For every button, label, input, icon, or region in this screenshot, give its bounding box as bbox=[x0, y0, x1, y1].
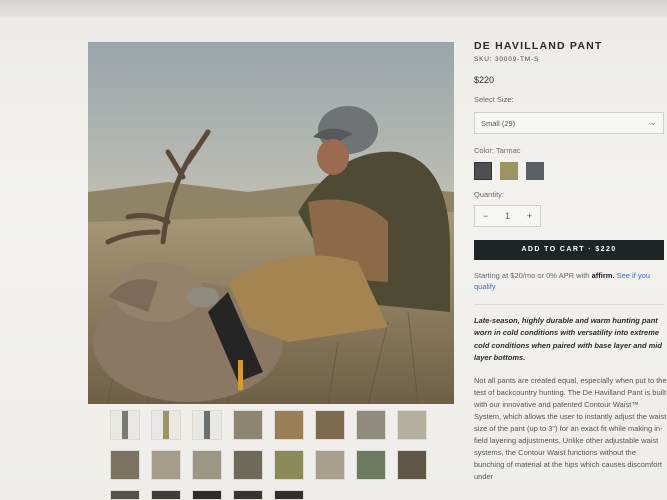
product-sku: SKU: 30009-TM-S bbox=[474, 56, 540, 63]
thumbnail[interactable] bbox=[274, 410, 304, 440]
product-info-panel: DE HAVILLAND PANT SKU: 30009-TM-S $220 S… bbox=[474, 40, 667, 483]
thumbnail-row bbox=[110, 410, 450, 440]
thumbnail-gallery bbox=[110, 410, 450, 500]
size-selected-value: Small (29) bbox=[481, 119, 516, 128]
thumbnail[interactable] bbox=[151, 450, 181, 480]
thumbnail[interactable] bbox=[110, 450, 140, 480]
color-swatch-tarmac[interactable] bbox=[474, 162, 492, 180]
thumbnail[interactable] bbox=[233, 450, 263, 480]
product-title: DE HAVILLAND PANT bbox=[474, 40, 603, 52]
financing-text: Starting at $20/mo or 0% APR with bbox=[474, 271, 590, 280]
thumbnail[interactable] bbox=[151, 490, 181, 500]
size-label: Select Size: bbox=[474, 95, 514, 104]
thumbnail[interactable] bbox=[397, 450, 427, 480]
financing-message: Starting at $20/mo or 0% APR with affirm… bbox=[474, 270, 664, 292]
browser-top-bar bbox=[0, 0, 667, 18]
quantity-stepper: − 1 + bbox=[474, 205, 541, 227]
thumbnail-row bbox=[110, 490, 450, 500]
thumbnail[interactable] bbox=[151, 410, 181, 440]
color-swatch-gray[interactable] bbox=[526, 162, 544, 180]
thumbnail[interactable] bbox=[110, 490, 140, 500]
thumbnail[interactable] bbox=[110, 410, 140, 440]
size-select[interactable]: Small (29) ⌄ bbox=[474, 112, 664, 134]
thumbnail[interactable] bbox=[192, 490, 222, 500]
color-swatch-olive[interactable] bbox=[500, 162, 518, 180]
thumbnail[interactable] bbox=[192, 450, 222, 480]
quantity-decrement-button[interactable]: − bbox=[483, 211, 488, 221]
thumbnail[interactable] bbox=[356, 450, 386, 480]
product-lead-description: Late-season, highly durable and warm hun… bbox=[474, 316, 662, 363]
thumbnail[interactable] bbox=[274, 490, 304, 500]
screen: DE HAVILLAND PANT SKU: 30009-TM-S $220 S… bbox=[0, 0, 667, 500]
add-to-cart-button[interactable]: ADD TO CART · $220 bbox=[474, 240, 664, 260]
hunter-with-deer-photo bbox=[88, 42, 454, 404]
product-body-description: Not all pants are created equal, especia… bbox=[474, 375, 667, 481]
thumbnail[interactable] bbox=[274, 450, 304, 480]
color-swatches bbox=[474, 162, 667, 180]
quantity-label: Quantity: bbox=[474, 190, 505, 199]
thumbnail[interactable] bbox=[192, 410, 222, 440]
thumbnail-row bbox=[110, 450, 450, 480]
chevron-down-icon: ⌄ bbox=[649, 117, 657, 127]
thumbnail[interactable] bbox=[356, 410, 386, 440]
affirm-logo: affirm. bbox=[591, 271, 615, 280]
divider bbox=[474, 304, 664, 305]
color-label: Color: Tarmac bbox=[474, 146, 521, 155]
thumbnail[interactable] bbox=[233, 410, 263, 440]
thumbnail[interactable] bbox=[315, 450, 345, 480]
product-main-image[interactable] bbox=[88, 42, 454, 404]
quantity-value[interactable]: 1 bbox=[505, 211, 510, 221]
thumbnail[interactable] bbox=[397, 410, 427, 440]
thumbnail[interactable] bbox=[315, 410, 345, 440]
quantity-increment-button[interactable]: + bbox=[527, 211, 532, 221]
product-price: $220 bbox=[474, 75, 495, 85]
thumbnail[interactable] bbox=[233, 490, 263, 500]
